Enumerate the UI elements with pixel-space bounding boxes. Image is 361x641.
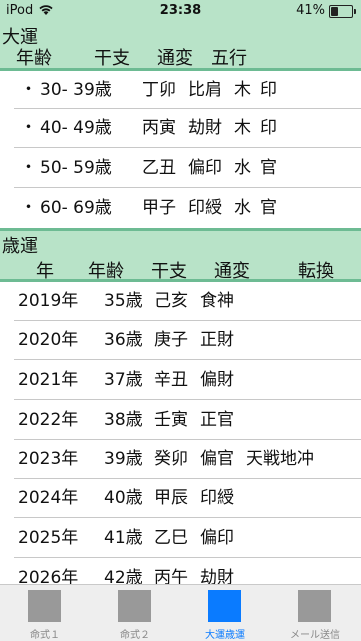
saiun-tenkan: 天戦地冲 [246, 449, 314, 469]
saiun-year: 2024年 [18, 488, 79, 508]
taiun-tsuhen: 印綬 [188, 198, 222, 218]
taiun-bullet: ・ [20, 80, 37, 100]
taiun-age: 40- 49歳 [40, 118, 112, 138]
saiun-age: 37歳 [104, 370, 143, 390]
taiun-gogyo2: 印 [260, 80, 277, 100]
saiun-row[interactable]: 2024年 40歳 甲辰 印綬 [0, 479, 361, 518]
taiun-gogyo1: 水 [234, 198, 251, 218]
saiun-age: 38歳 [104, 410, 143, 430]
saiun-tsuhen: 正財 [200, 330, 234, 350]
taiun-age: 50- 59歳 [40, 158, 112, 178]
taiun-gogyo1: 水 [234, 158, 251, 178]
saiun-row[interactable]: 2025年 41歳 乙巳 偏印 [0, 518, 361, 558]
saiun-title: 歳運 [2, 236, 38, 257]
saiun-kanshi: 癸卯 [154, 449, 188, 469]
taiun-kanshi: 乙丑 [142, 158, 176, 178]
battery-icon [329, 5, 356, 18]
taiun-col-kanshi: 干支 [94, 48, 130, 69]
tab-taiun-saiun[interactable]: 大運歳運 [180, 585, 270, 641]
saiun-kanshi: 甲辰 [154, 488, 188, 508]
taiun-bullet: ・ [20, 158, 37, 178]
tab-label: 大運歳運 [205, 630, 245, 641]
taiun-col-age: 年齢 [16, 48, 52, 69]
taiun-header: 大運 年齢 干支 通変 五行 [0, 22, 361, 69]
saiun-header: 歳運 年 年齢 干支 通変 転換 [0, 231, 361, 282]
taiun-bullet: ・ [20, 118, 37, 138]
battery-percent: 41% [296, 3, 325, 18]
tab-meishiki-2[interactable]: 命式２ [90, 585, 180, 641]
tab-placeholder-icon [28, 590, 61, 622]
saiun-tsuhen: 偏財 [200, 370, 234, 390]
taiun-tsuhen: 偏印 [188, 158, 222, 178]
saiun-kanshi: 辛丑 [154, 370, 188, 390]
taiun-gogyo2: 官 [260, 158, 277, 178]
saiun-row[interactable]: 2020年 36歳 庚子 正財 [0, 321, 361, 360]
saiun-age: 40歳 [104, 488, 143, 508]
battery-nub [354, 9, 356, 14]
saiun-year: 2021年 [18, 370, 79, 390]
taiun-age: 60- 69歳 [40, 198, 112, 218]
saiun-row[interactable]: 2022年 38歳 壬寅 正官 [0, 400, 361, 440]
taiun-row[interactable]: ・ 60- 69歳 甲子 印綬 水 官 [0, 188, 361, 228]
tab-bar: 命式１ 命式２ 大運歳運 メール送信 [0, 584, 361, 641]
tab-placeholder-icon [208, 590, 241, 622]
taiun-gogyo2: 官 [260, 198, 277, 218]
saiun-tsuhen: 偏印 [200, 528, 234, 548]
taiun-col-gogyo: 五行 [211, 48, 247, 69]
taiun-age: 30- 39歳 [40, 80, 112, 100]
taiun-kanshi: 丁卯 [142, 80, 176, 100]
taiun-kanshi: 丙寅 [142, 118, 176, 138]
tab-label: 命式２ [120, 630, 150, 641]
taiun-kanshi: 甲子 [142, 198, 176, 218]
saiun-age: 41歳 [104, 528, 143, 548]
saiun-kanshi: 壬寅 [154, 410, 188, 430]
battery-fill [331, 7, 339, 16]
tab-send-mail[interactable]: メール送信 [270, 585, 360, 641]
saiun-kanshi: 己亥 [154, 291, 188, 311]
tab-label: 命式１ [30, 630, 60, 641]
saiun-row[interactable]: 2023年 39歳 癸卯 偏官 天戦地冲 [0, 440, 361, 479]
taiun-row[interactable]: ・ 40- 49歳 丙寅 劫財 木 印 [0, 109, 361, 148]
taiun-gogyo1: 木 [234, 80, 251, 100]
saiun-tsuhen: 正官 [200, 410, 234, 430]
tab-placeholder-icon [118, 590, 151, 622]
taiun-row[interactable]: ・ 50- 59歳 乙丑 偏印 水 官 [0, 148, 361, 188]
status-bar: iPod 23:38 41% [0, 0, 361, 22]
tab-label: メール送信 [290, 630, 340, 641]
saiun-tsuhen: 偏官 [200, 449, 234, 469]
saiun-row[interactable]: 2021年 37歳 辛丑 偏財 [0, 360, 361, 400]
saiun-year: 2020年 [18, 330, 79, 350]
taiun-gogyo2: 印 [260, 118, 277, 138]
taiun-row[interactable]: ・ 30- 39歳 丁卯 比肩 木 印 [0, 71, 361, 109]
saiun-row[interactable]: 2019年 35歳 己亥 食神 [0, 282, 361, 321]
tab-meishiki-1[interactable]: 命式１ [0, 585, 90, 641]
saiun-year: 2019年 [18, 291, 79, 311]
saiun-age: 35歳 [104, 291, 143, 311]
saiun-tsuhen: 食神 [200, 291, 234, 311]
saiun-age: 39歳 [104, 449, 143, 469]
saiun-kanshi: 庚子 [154, 330, 188, 350]
saiun-year: 2023年 [18, 449, 79, 469]
saiun-kanshi: 乙巳 [154, 528, 188, 548]
saiun-year: 2022年 [18, 410, 79, 430]
saiun-year: 2025年 [18, 528, 79, 548]
taiun-gogyo1: 木 [234, 118, 251, 138]
saiun-age: 36歳 [104, 330, 143, 350]
taiun-bullet: ・ [20, 198, 37, 218]
saiun-tsuhen: 印綬 [200, 488, 234, 508]
tab-placeholder-icon [298, 590, 331, 622]
taiun-tsuhen: 比肩 [188, 80, 222, 100]
taiun-col-tsuhen: 通変 [157, 48, 193, 69]
taiun-tsuhen: 劫財 [188, 118, 222, 138]
